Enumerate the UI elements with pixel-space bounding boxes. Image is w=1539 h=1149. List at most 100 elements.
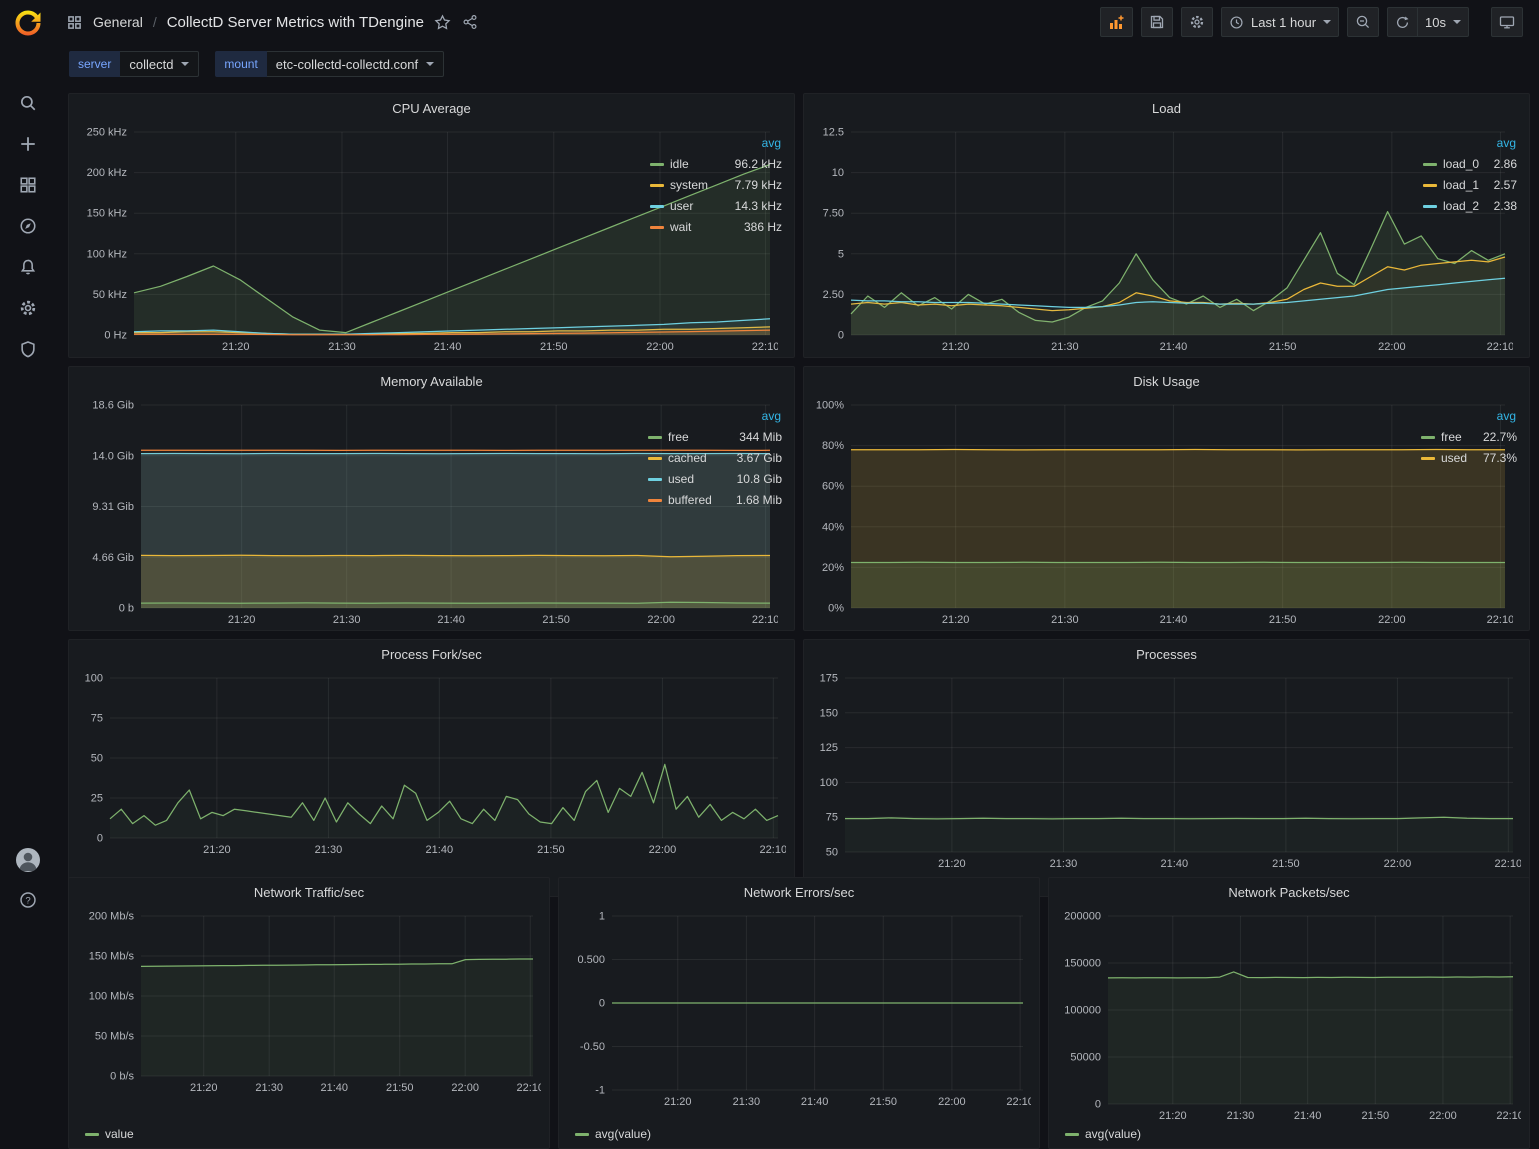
refresh-dashboard-button[interactable] — [1387, 7, 1417, 37]
chart-canvas[interactable]: 025507510021:2021:3021:4021:5022:0022:10 — [77, 668, 786, 858]
panel-title[interactable]: Process Fork/sec — [69, 640, 794, 668]
legend-item-cached[interactable]: cached3.67 Gib — [648, 451, 782, 465]
refresh-icon — [1395, 15, 1410, 30]
panel-title[interactable]: CPU Average — [69, 94, 794, 122]
series-color-dash — [648, 457, 662, 460]
chart-canvas[interactable]: 05000010000015000020000021:2021:3021:402… — [1057, 906, 1521, 1124]
legend-item-user[interactable]: user14.3 kHz — [650, 199, 782, 213]
legend-item-used[interactable]: used10.8 Gib — [648, 472, 782, 486]
dashboard-settings-button[interactable] — [1181, 7, 1213, 37]
legend-item-avg(value)[interactable]: avg(value) — [575, 1127, 651, 1141]
svg-text:12.5: 12.5 — [823, 127, 844, 139]
legend-item-system[interactable]: system7.79 kHz — [650, 178, 782, 192]
legend-item-free[interactable]: free344 Mib — [648, 430, 782, 444]
svg-text:22:00: 22:00 — [1429, 1110, 1457, 1122]
svg-text:50: 50 — [91, 753, 103, 765]
legend-avg-header[interactable]: avg — [650, 136, 782, 150]
series-name: system — [670, 178, 708, 192]
svg-text:21:40: 21:40 — [1294, 1110, 1322, 1122]
cpu-average-chart[interactable]: 0 Hz50 kHz100 kHz150 kHz200 kHz250 kHz21… — [77, 122, 646, 355]
help-icon: ? — [19, 891, 37, 909]
sidebar: ? — [0, 0, 56, 1129]
legend-avg-header[interactable]: avg — [648, 409, 782, 423]
svg-text:21:50: 21:50 — [540, 341, 568, 353]
series-color-dash — [650, 184, 664, 187]
legend-item-buffered[interactable]: buffered1.68 Mib — [648, 493, 782, 507]
panel-title[interactable]: Network Traffic/sec — [69, 878, 549, 906]
chart-canvas[interactable]: 0 b/s50 Mb/s100 Mb/s150 Mb/s200 Mb/s21:2… — [77, 906, 541, 1096]
sidebar-item-alerting[interactable] — [15, 254, 41, 280]
legend-item-wait[interactable]: wait386 Hz — [650, 220, 782, 234]
refresh-interval-button[interactable]: 10s — [1417, 7, 1469, 37]
refresh-interval-label: 10s — [1425, 15, 1446, 30]
time-picker-button[interactable]: Last 1 hour — [1221, 7, 1339, 37]
grafana-logo[interactable] — [0, 0, 56, 46]
load-chart[interactable]: 02.5057.501012.521:2021:3021:4021:5022:0… — [812, 122, 1419, 355]
legend-item-idle[interactable]: idle96.2 kHz — [650, 157, 782, 171]
panel-title[interactable]: Memory Available — [69, 367, 794, 395]
sidebar-item-create[interactable] — [15, 131, 41, 157]
help-button[interactable]: ? — [15, 887, 41, 913]
svg-text:22:10: 22:10 — [760, 844, 786, 856]
svg-text:21:50: 21:50 — [542, 614, 570, 626]
sidebar-item-search[interactable] — [15, 90, 41, 116]
sidebar-item-configuration[interactable] — [15, 295, 41, 321]
page-title[interactable]: CollectD Server Metrics with TDengine — [167, 14, 424, 31]
add-panel-button[interactable] — [1100, 7, 1133, 37]
dashboard-variables-row: server collectd mount etc-collectd-colle… — [56, 44, 1539, 84]
share-dashboard-button[interactable] — [461, 14, 478, 31]
legend-item-free[interactable]: free22.7% — [1421, 430, 1517, 444]
network-traffic-chart[interactable]: 0 b/s50 Mb/s100 Mb/s150 Mb/s200 Mb/s21:2… — [77, 906, 541, 1124]
series-name: avg(value) — [1085, 1127, 1141, 1141]
series-avg-value: 2.57 — [1494, 178, 1517, 192]
legend-item-load_1[interactable]: load_12.57 — [1423, 178, 1517, 192]
chart-canvas[interactable]: -1-0.5000.500121:2021:3021:4021:5022:002… — [567, 906, 1031, 1110]
legend-item-load_2[interactable]: load_22.38 — [1423, 199, 1517, 213]
zoom-out-time-button[interactable] — [1347, 7, 1379, 37]
sidebar-item-dashboards[interactable] — [15, 172, 41, 198]
series-name: idle — [670, 157, 689, 171]
variable-value: collectd — [129, 57, 173, 72]
legend-item-avg(value)[interactable]: avg(value) — [1065, 1127, 1141, 1141]
sidebar-item-explore[interactable] — [15, 213, 41, 239]
save-dashboard-button[interactable] — [1141, 7, 1173, 37]
chart-canvas[interactable]: 0%20%40%60%80%100%21:2021:3021:4021:5022… — [812, 395, 1513, 628]
network-packets-chart[interactable]: 05000010000015000020000021:2021:3021:402… — [1057, 906, 1521, 1124]
sidebar-nav — [15, 90, 41, 362]
series-color-dash — [1423, 205, 1437, 208]
network-errors-chart[interactable]: -1-0.5000.500121:2021:3021:4021:5022:002… — [567, 906, 1031, 1124]
panel-title[interactable]: Load — [804, 94, 1529, 122]
panel-title[interactable]: Processes — [804, 640, 1529, 668]
legend-item-value[interactable]: value — [85, 1127, 134, 1141]
network-errors-legend: avg(value) — [567, 1124, 1031, 1146]
star-dashboard-button[interactable] — [434, 14, 451, 31]
series-avg-value: 344 Mib — [739, 430, 782, 444]
legend-avg-header[interactable]: avg — [1421, 409, 1517, 423]
avatar — [15, 847, 41, 873]
svg-text:21:20: 21:20 — [664, 1096, 692, 1108]
breadcrumb-folder[interactable]: General — [93, 14, 143, 30]
series-name: used — [1441, 451, 1467, 465]
svg-text:50: 50 — [826, 847, 838, 859]
kiosk-mode-button[interactable] — [1491, 7, 1523, 37]
legend-item-used[interactable]: used77.3% — [1421, 451, 1517, 465]
chart-canvas[interactable]: 507510012515017521:2021:3021:4021:5022:0… — [812, 668, 1521, 872]
memory-available-chart[interactable]: 0 b4.66 Gib9.31 Gib14.0 Gib18.6 Gib21:20… — [77, 395, 644, 628]
panel-title[interactable]: Network Packets/sec — [1049, 878, 1529, 906]
svg-text:100000: 100000 — [1064, 1005, 1101, 1017]
series-color-dash — [650, 163, 664, 166]
svg-text:200 kHz: 200 kHz — [87, 167, 127, 179]
sidebar-item-server-admin[interactable] — [15, 336, 41, 362]
variable-server-dropdown[interactable]: server collectd — [69, 51, 199, 77]
legend-item-load_0[interactable]: load_02.86 — [1423, 157, 1517, 171]
chart-canvas[interactable]: 02.5057.501012.521:2021:3021:4021:5022:0… — [812, 122, 1513, 355]
panel-title[interactable]: Disk Usage — [804, 367, 1529, 395]
variable-mount-dropdown[interactable]: mount etc-collectd-collectd.conf — [215, 51, 444, 77]
legend-avg-header[interactable]: avg — [1423, 136, 1517, 150]
sidebar-bottom: ? — [15, 847, 41, 1129]
processes-chart[interactable]: 507510012515017521:2021:3021:4021:5022:0… — [812, 668, 1521, 872]
panel-title[interactable]: Network Errors/sec — [559, 878, 1039, 906]
user-profile-button[interactable] — [15, 847, 41, 873]
disk-usage-chart[interactable]: 0%20%40%60%80%100%21:2021:3021:4021:5022… — [812, 395, 1417, 628]
process-fork-chart[interactable]: 025507510021:2021:3021:4021:5022:0022:10 — [77, 668, 786, 872]
